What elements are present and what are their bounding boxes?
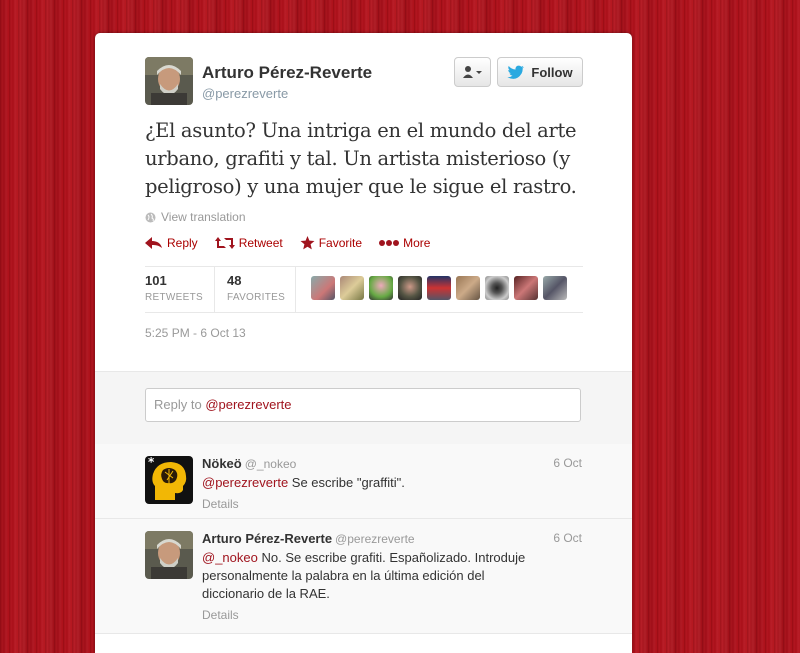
reply-author-handle: @perezreverte [335, 532, 415, 546]
svg-text:*: * [148, 456, 155, 469]
favorite-label: Favorite [318, 236, 363, 250]
reply-author-name: Nökeö [202, 456, 242, 471]
tweet-actions: Reply Retweet Favorite More [145, 236, 447, 250]
reply-area: Reply to @perezreverte [95, 371, 632, 445]
retweet-label: Retweet [238, 236, 283, 250]
reply-author[interactable]: Nökeö @_nokeo [202, 456, 296, 471]
user-dropdown-icon [462, 66, 482, 78]
tweet-text: ¿El asunto? Una intriga en el mundo del … [145, 119, 577, 198]
favorites-count: 48 [227, 273, 242, 288]
favoriter-avatar[interactable] [485, 276, 509, 300]
author-name[interactable]: Arturo Pérez-Reverte [202, 63, 372, 83]
favoriters-avatars [311, 276, 567, 300]
favoriter-avatar[interactable] [311, 276, 335, 300]
more-label: More [403, 236, 431, 250]
twitter-bird-icon [507, 65, 525, 79]
reply-prefix: Reply to [154, 397, 206, 412]
reply-avatar[interactable] [145, 531, 193, 579]
favoriter-avatar[interactable] [543, 276, 567, 300]
favoriter-avatar[interactable] [369, 276, 393, 300]
reply-date[interactable]: 6 Oct [553, 531, 582, 545]
retweets-label: RETWEETS [145, 292, 203, 303]
favoriter-avatar[interactable] [398, 276, 422, 300]
reply-details-link[interactable]: Details [202, 497, 239, 511]
favorites-label: FAVORITES [227, 292, 286, 303]
reply-mention[interactable]: @perezreverte [202, 475, 288, 490]
reply-author-handle: @_nokeo [244, 457, 297, 471]
view-translation-label: View translation [161, 210, 246, 224]
stat-divider [214, 266, 215, 312]
tweet-card: Arturo Pérez-Reverte @perezreverte Follo… [95, 33, 632, 653]
favoriter-avatar[interactable] [514, 276, 538, 300]
divider [145, 312, 583, 313]
favoriter-avatar[interactable] [340, 276, 364, 300]
reply-date[interactable]: 6 Oct [553, 456, 582, 470]
reply-action[interactable]: Reply [145, 236, 198, 250]
more-action[interactable]: More [379, 236, 430, 250]
favorites-stat[interactable]: 48 FAVORITES [227, 273, 285, 303]
tweet-timestamp[interactable]: 5:25 PM - 6 Oct 13 [145, 326, 246, 340]
retweets-stat[interactable]: 101 RETWEETS [145, 273, 203, 303]
favoriter-avatar[interactable] [427, 276, 451, 300]
reply-details-link[interactable]: Details [202, 608, 239, 622]
reply-mention[interactable]: @_nokeo [202, 550, 258, 565]
reply-text: @perezreverte Se escribe "graffiti". [202, 474, 532, 492]
author-avatar[interactable] [145, 57, 193, 105]
reply-avatar[interactable]: * [145, 456, 193, 504]
reply-label: Reply [167, 236, 198, 250]
author-handle[interactable]: @perezreverte [202, 86, 288, 101]
reply-body: Se escribe "graffiti". [288, 475, 405, 490]
reply-text: @_nokeo No. Se escribe grafiti. Españoli… [202, 549, 532, 603]
retweet-icon [214, 237, 235, 249]
stat-divider [295, 266, 296, 312]
more-dots-icon [379, 240, 400, 246]
reply-item[interactable]: * Nökeö @_nokeo 6 Oct @perezreverte Se es… [95, 444, 632, 519]
reply-icon [145, 237, 162, 249]
globe-icon [145, 212, 156, 222]
star-icon [300, 236, 315, 250]
user-actions-button[interactable] [454, 57, 491, 87]
reply-author-name: Arturo Pérez-Reverte [202, 531, 333, 546]
reply-author[interactable]: Arturo Pérez-Reverte @perezreverte [202, 531, 415, 546]
favoriter-avatar[interactable] [456, 276, 480, 300]
retweets-count: 101 [145, 273, 167, 288]
reply-mention: @perezreverte [205, 397, 292, 412]
reply-input[interactable]: Reply to @perezreverte [145, 388, 581, 422]
favorite-action[interactable]: Favorite [300, 236, 362, 250]
reply-item[interactable]: Arturo Pérez-Reverte @perezreverte 6 Oct … [95, 519, 632, 634]
retweet-action[interactable]: Retweet [214, 236, 283, 250]
follow-button[interactable]: Follow [497, 57, 583, 87]
follow-label: Follow [531, 64, 573, 80]
divider [145, 266, 583, 267]
view-translation-link[interactable]: View translation [145, 210, 246, 224]
